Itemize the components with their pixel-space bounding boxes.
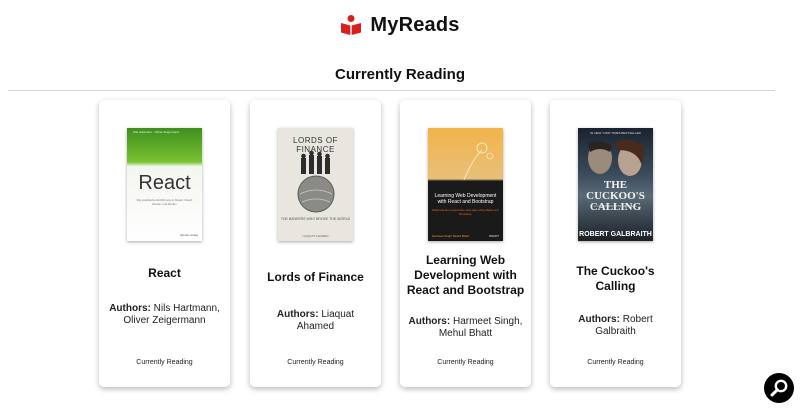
cover-wordmark: THE CUCKOO'S CALLING: [586, 179, 645, 213]
search-button[interactable]: [764, 373, 794, 403]
book-title: Lords of Finance: [267, 270, 364, 284]
book-title: The Cuckoo's Calling: [576, 264, 655, 293]
book-card[interactable]: Learning Web Development with React and …: [400, 100, 531, 387]
book-authors: Authors: Liaquat Ahamed: [258, 309, 373, 333]
cover-globe-illustration: [297, 150, 335, 213]
authors-label: Authors:: [276, 309, 319, 320]
authors-names: Harmeet Singh, Mehul Bhatt: [438, 316, 523, 339]
shelf-status-label[interactable]: Currently Reading: [550, 359, 681, 366]
cover-publisher: PACKT: [489, 234, 499, 238]
book-cover[interactable]: LORDS OF FINANCE THE BANKERS WHO BROKE T…: [278, 128, 353, 241]
shelf-status-label[interactable]: Currently Reading: [250, 359, 381, 366]
cover-subtitle: Build real-time responsive web apps usin…: [432, 208, 499, 216]
cover-subtitle: THE BANKERS WHO BROKE THE WORLD: [280, 217, 351, 221]
cover-authors-text: Nils Hartmann · Oliver Zeigermann: [133, 130, 180, 134]
book-title: Learning Web Development with React and …: [406, 253, 525, 297]
authors-label: Authors:: [109, 303, 151, 314]
search-icon: [770, 379, 788, 397]
book-reader-icon: [341, 15, 362, 35]
shelf-title: Currently Reading: [334, 66, 466, 83]
shelf-status-label[interactable]: Currently Reading: [99, 359, 230, 366]
cover-publisher: dpunkt.verlag: [179, 233, 198, 237]
cover-subtitle: Die praktische Einführung in React, Reac…: [136, 198, 193, 206]
cover-wordmark: Learning Web Development with React and …: [434, 193, 497, 205]
book-cover[interactable]: #1 NEW YORK TIMES BESTSELLER THE CUCKOO'…: [578, 128, 653, 241]
bookshelf: Nils Hartmann · Oliver Zeigermann React …: [99, 100, 689, 388]
authors-label: Authors:: [578, 314, 620, 325]
book-authors: Authors: Harmeet Singh, Mehul Bhatt: [408, 316, 523, 340]
book-card[interactable]: LORDS OF FINANCE THE BANKERS WHO BROKE T…: [250, 100, 381, 387]
book-authors: Authors: Robert Galbraith: [558, 314, 673, 338]
cover-faces-illustration: [588, 139, 644, 176]
book-title: React: [148, 266, 181, 280]
book-card[interactable]: #1 NEW YORK TIMES BESTSELLER THE CUCKOO'…: [550, 100, 681, 387]
book-authors: Authors: Nils Hartmann, Oliver Zeigerman…: [107, 303, 222, 327]
authors-label: Authors:: [408, 316, 451, 327]
cover-author: ROBERT GALBRAITH: [579, 231, 652, 238]
book-card[interactable]: Nils Hartmann · Oliver Zeigermann React …: [99, 100, 230, 387]
shelf-status-label[interactable]: Currently Reading: [400, 359, 531, 366]
cover-subtitle: A CORMORAN STRIKE NOVEL: [593, 204, 638, 208]
cover-authors-text: Harmeet Singh Mehul Bhatt: [432, 234, 469, 238]
app-header: MyReads: [0, 10, 800, 40]
cover-flower-illustration: [463, 142, 494, 180]
app-title: MyReads: [370, 13, 460, 36]
shelf-divider: [8, 90, 775, 91]
book-cover[interactable]: Nils Hartmann · Oliver Zeigermann React …: [127, 128, 202, 241]
cover-tagline: #1 NEW YORK TIMES BESTSELLER: [590, 131, 641, 135]
cover-author: LIAQUAT AHAMED: [302, 234, 329, 238]
cover-wordmark: React: [138, 172, 191, 194]
book-cover[interactable]: Learning Web Development with React and …: [428, 128, 503, 241]
